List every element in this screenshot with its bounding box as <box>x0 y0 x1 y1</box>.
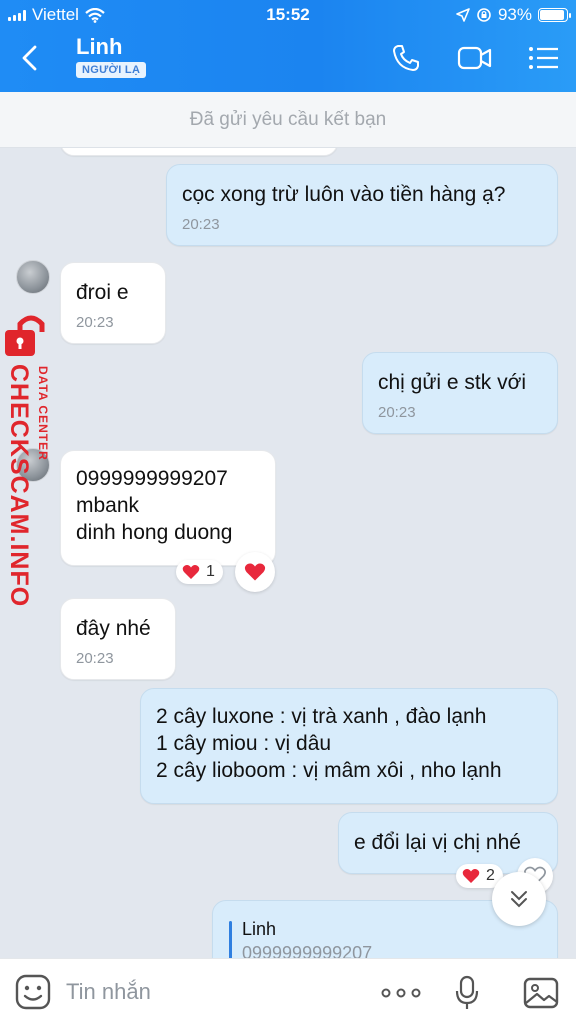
heart-icon <box>462 869 480 883</box>
video-camera-icon <box>457 46 492 70</box>
contact-avatar[interactable] <box>16 448 50 482</box>
image-picker-button[interactable] <box>522 973 560 1013</box>
message-time: 20:23 <box>182 216 220 233</box>
friend-request-notice: Đã gửi yêu cầu kết bạn <box>0 92 576 148</box>
message-time: 20:23 <box>378 404 416 421</box>
message-input[interactable] <box>66 975 346 1009</box>
more-options-button[interactable] <box>380 973 422 1013</box>
message-time: 20:23 <box>76 650 114 667</box>
quote-text: 0999999999207 <box>242 943 373 958</box>
message-text: đây nhé <box>76 617 151 640</box>
menu-button[interactable] <box>524 40 564 76</box>
reaction-count: 1 <box>206 563 215 580</box>
contact-avatar[interactable] <box>16 260 50 294</box>
stranger-badge: NGƯỜI LẠ <box>76 62 147 78</box>
message-text: cọc xong trừ luôn vào tiền hàng ạ? <box>182 183 506 206</box>
message-bubble-sent[interactable]: chị gửi e stk với 20:23 <box>362 352 558 434</box>
message-text: chị gửi e stk với <box>378 371 527 394</box>
video-call-button[interactable] <box>455 40 495 76</box>
battery-percent: 93% <box>497 5 532 24</box>
quote-bar <box>229 921 232 958</box>
sticker-button[interactable] <box>14 973 52 1011</box>
message-text: 2 cây luxone : vị trà xanh , đào lạnh 1 … <box>156 705 502 782</box>
message-text: e đổi lại vị chị nhé <box>354 831 521 854</box>
microphone-icon <box>455 975 479 1009</box>
message-bubble-sent[interactable]: cọc xong trừ luôn vào tiền hàng ạ? 20:23 <box>166 164 558 246</box>
smiley-sticker-icon <box>15 974 51 1010</box>
voice-call-button[interactable] <box>386 40 426 76</box>
message-bubble-received[interactable]: đây nhé 20:23 <box>60 598 176 680</box>
reaction-summary[interactable]: 1 <box>176 560 223 584</box>
message-text: đroi e <box>76 281 129 304</box>
image-icon <box>523 977 559 1009</box>
menu-list-icon <box>529 47 558 69</box>
message-text: 0999999999207 mbank dinh hong duong <box>76 467 233 544</box>
message-bubble-received[interactable]: 0999999999207 mbank dinh hong duong <box>60 450 276 566</box>
reaction-count: 2 <box>486 867 495 884</box>
message-time: 20:23 <box>76 314 114 331</box>
double-chevron-down-icon <box>511 891 527 908</box>
partial-message-bubble <box>60 148 338 156</box>
contact-info[interactable]: Linh NGƯỜI LẠ <box>76 34 147 78</box>
phone-icon <box>393 45 419 71</box>
scroll-to-bottom-button[interactable] <box>492 872 546 926</box>
message-bubble-received[interactable]: đroi e 20:23 <box>60 262 166 344</box>
contact-name: Linh <box>76 34 123 59</box>
rotation-lock-icon <box>477 8 491 22</box>
heart-icon <box>244 563 266 581</box>
message-bubble-sent[interactable]: 2 cây luxone : vị trà xanh , đào lạnh 1 … <box>140 688 558 804</box>
voice-message-button[interactable] <box>452 973 482 1013</box>
status-bar: Viettel 15:52 93% <box>0 0 576 30</box>
chat-area[interactable]: cọc xong trừ luôn vào tiền hàng ạ? 20:23… <box>0 148 576 958</box>
chevron-left-icon <box>22 45 37 71</box>
heart-icon <box>182 565 200 579</box>
more-dots-icon <box>381 988 421 998</box>
chat-header: Viettel 15:52 93% Linh NGƯỜI LẠ <box>0 0 576 92</box>
react-button[interactable] <box>235 552 275 592</box>
battery-icon <box>538 8 571 22</box>
location-icon <box>456 8 470 22</box>
back-button[interactable] <box>16 42 44 74</box>
message-input-bar <box>0 958 576 1024</box>
quote-sender: Linh <box>242 919 277 939</box>
